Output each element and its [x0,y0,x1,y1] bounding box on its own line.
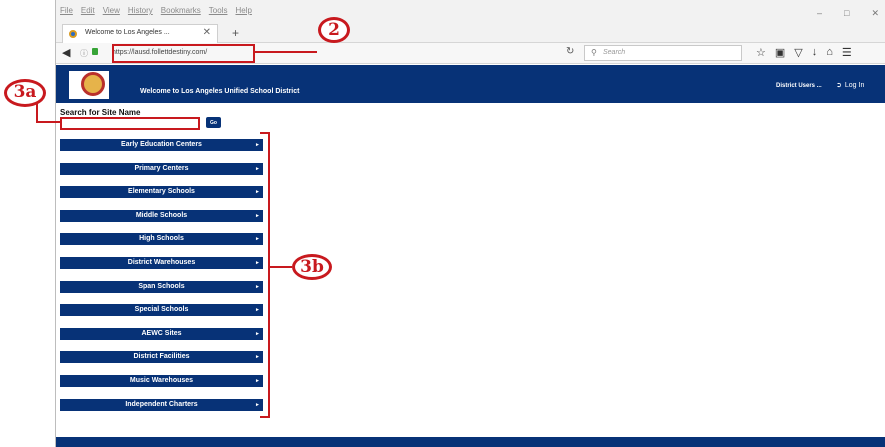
category-label: Special Schools [134,306,189,314]
window-controls: – □ ✕ [817,8,879,19]
browser-window: File Edit View History Bookmarks Tools H… [56,0,885,447]
close-window-button[interactable]: ✕ [871,8,879,19]
category-district-warehouses[interactable]: District Warehouses ► [60,257,263,269]
category-label: Primary Centers [134,164,189,172]
search-callout-line-horizontal [36,121,60,123]
menu-items: File Edit View History Bookmarks Tools H… [60,6,252,15]
bookmark-star-icon[interactable]: ☆ [756,46,766,59]
home-icon[interactable]: ⌂ [826,46,833,59]
category-primary-centers[interactable]: Primary Centers ► [60,162,263,175]
lock-icon [92,48,98,55]
minimize-button[interactable]: – [817,8,822,19]
browser-search-input[interactable]: ⚲ Search [584,45,742,61]
menu-help[interactable]: Help [235,6,251,15]
favicon-icon [69,30,77,38]
callout-badge-3a: 3a [4,79,46,107]
search-placeholder: Search [603,49,626,56]
go-button[interactable]: Go [206,117,221,128]
menu-bookmarks[interactable]: Bookmarks [161,6,201,15]
callout-badge-3b: 3b [292,254,332,280]
site-header: Welcome to Los Angeles Unified School Di… [56,65,885,103]
hamburger-menu-icon[interactable]: ☰ [842,46,852,59]
toolbar-icons: ☆ ▣ ▽ ↓ ⌂ ☰ [756,46,852,59]
category-label: District Warehouses [127,259,196,266]
site-search-input[interactable] [60,117,200,130]
tab-title: Welcome to Los Angeles ... [85,29,170,36]
district-users-link[interactable]: District Users ... [776,83,822,89]
close-tab-icon[interactable]: ✕ [203,27,211,38]
district-logo [69,71,109,99]
menu-edit[interactable]: Edit [81,6,95,15]
menu-history[interactable]: History [128,6,153,15]
category-callout-line [270,266,292,268]
browser-tab[interactable]: Welcome to Los Angeles ... ✕ [62,24,218,43]
category-label: Middle Schools [135,211,188,219]
category-label: AEWC Sites [141,329,182,337]
category-special-schools[interactable]: Special Schools ► [60,304,263,317]
reading-list-icon[interactable]: ▣ [775,46,785,59]
category-label: Early Education Centers [121,141,202,148]
search-label: Search for Site Name [60,108,141,117]
category-middle-schools[interactable]: Middle Schools ► [60,209,263,222]
category-label: Independent Charters [125,400,198,408]
reload-icon[interactable]: ↻ [566,46,574,57]
new-tab-button[interactable]: + [232,26,239,40]
menu-bar: File Edit View History Bookmarks Tools H… [56,0,885,22]
category-music-warehouses[interactable]: Music Warehouses ► [60,375,263,387]
maximize-button[interactable]: □ [844,8,849,19]
category-label: Elementary Schools [128,188,195,196]
login-icon: ➲ [836,82,842,89]
callout-badge-2: 2 [318,17,350,43]
login-label: Log In [844,82,865,89]
download-icon[interactable]: ↓ [812,46,818,59]
category-independent-charters[interactable]: Independent Charters ► [60,398,263,411]
menu-file[interactable]: File [60,6,73,15]
category-high-schools[interactable]: High Schools ► [60,233,263,246]
menu-tools[interactable]: Tools [209,6,228,15]
category-district-facilities[interactable]: District Facilities ► [60,351,263,364]
url-callout-line [255,51,317,53]
search-callout-line-vertical [36,103,38,123]
district-seal-icon [81,72,105,96]
category-elementary-schools[interactable]: Elementary Schools ► [60,186,263,199]
login-link[interactable]: ➲ Log In [836,81,864,89]
category-label: District Facilities [133,353,190,361]
category-aewc-sites[interactable]: AEWC Sites ► [60,327,263,340]
category-label: Span Schools [138,282,185,290]
back-arrow-icon[interactable]: ◀ [62,46,70,59]
site-title: Welcome to Los Angeles Unified School Di… [140,88,300,95]
category-label: High Schools [139,235,184,243]
pocket-icon[interactable]: ▽ [794,46,802,59]
url-callout-box [112,44,255,63]
category-span-schools[interactable]: Span Schools ► [60,280,263,293]
category-bracket [260,132,270,418]
search-icon: ⚲ [591,48,597,57]
menu-view[interactable]: View [103,6,120,15]
page-margin [0,0,55,447]
category-label: Music Warehouses [129,377,194,384]
info-icon[interactable]: ⓘ [80,48,88,59]
category-early-education-centers[interactable]: Early Education Centers ► [60,139,263,151]
footer-bar [56,437,885,447]
tab-bar: Welcome to Los Angeles ... ✕ + [56,22,885,43]
